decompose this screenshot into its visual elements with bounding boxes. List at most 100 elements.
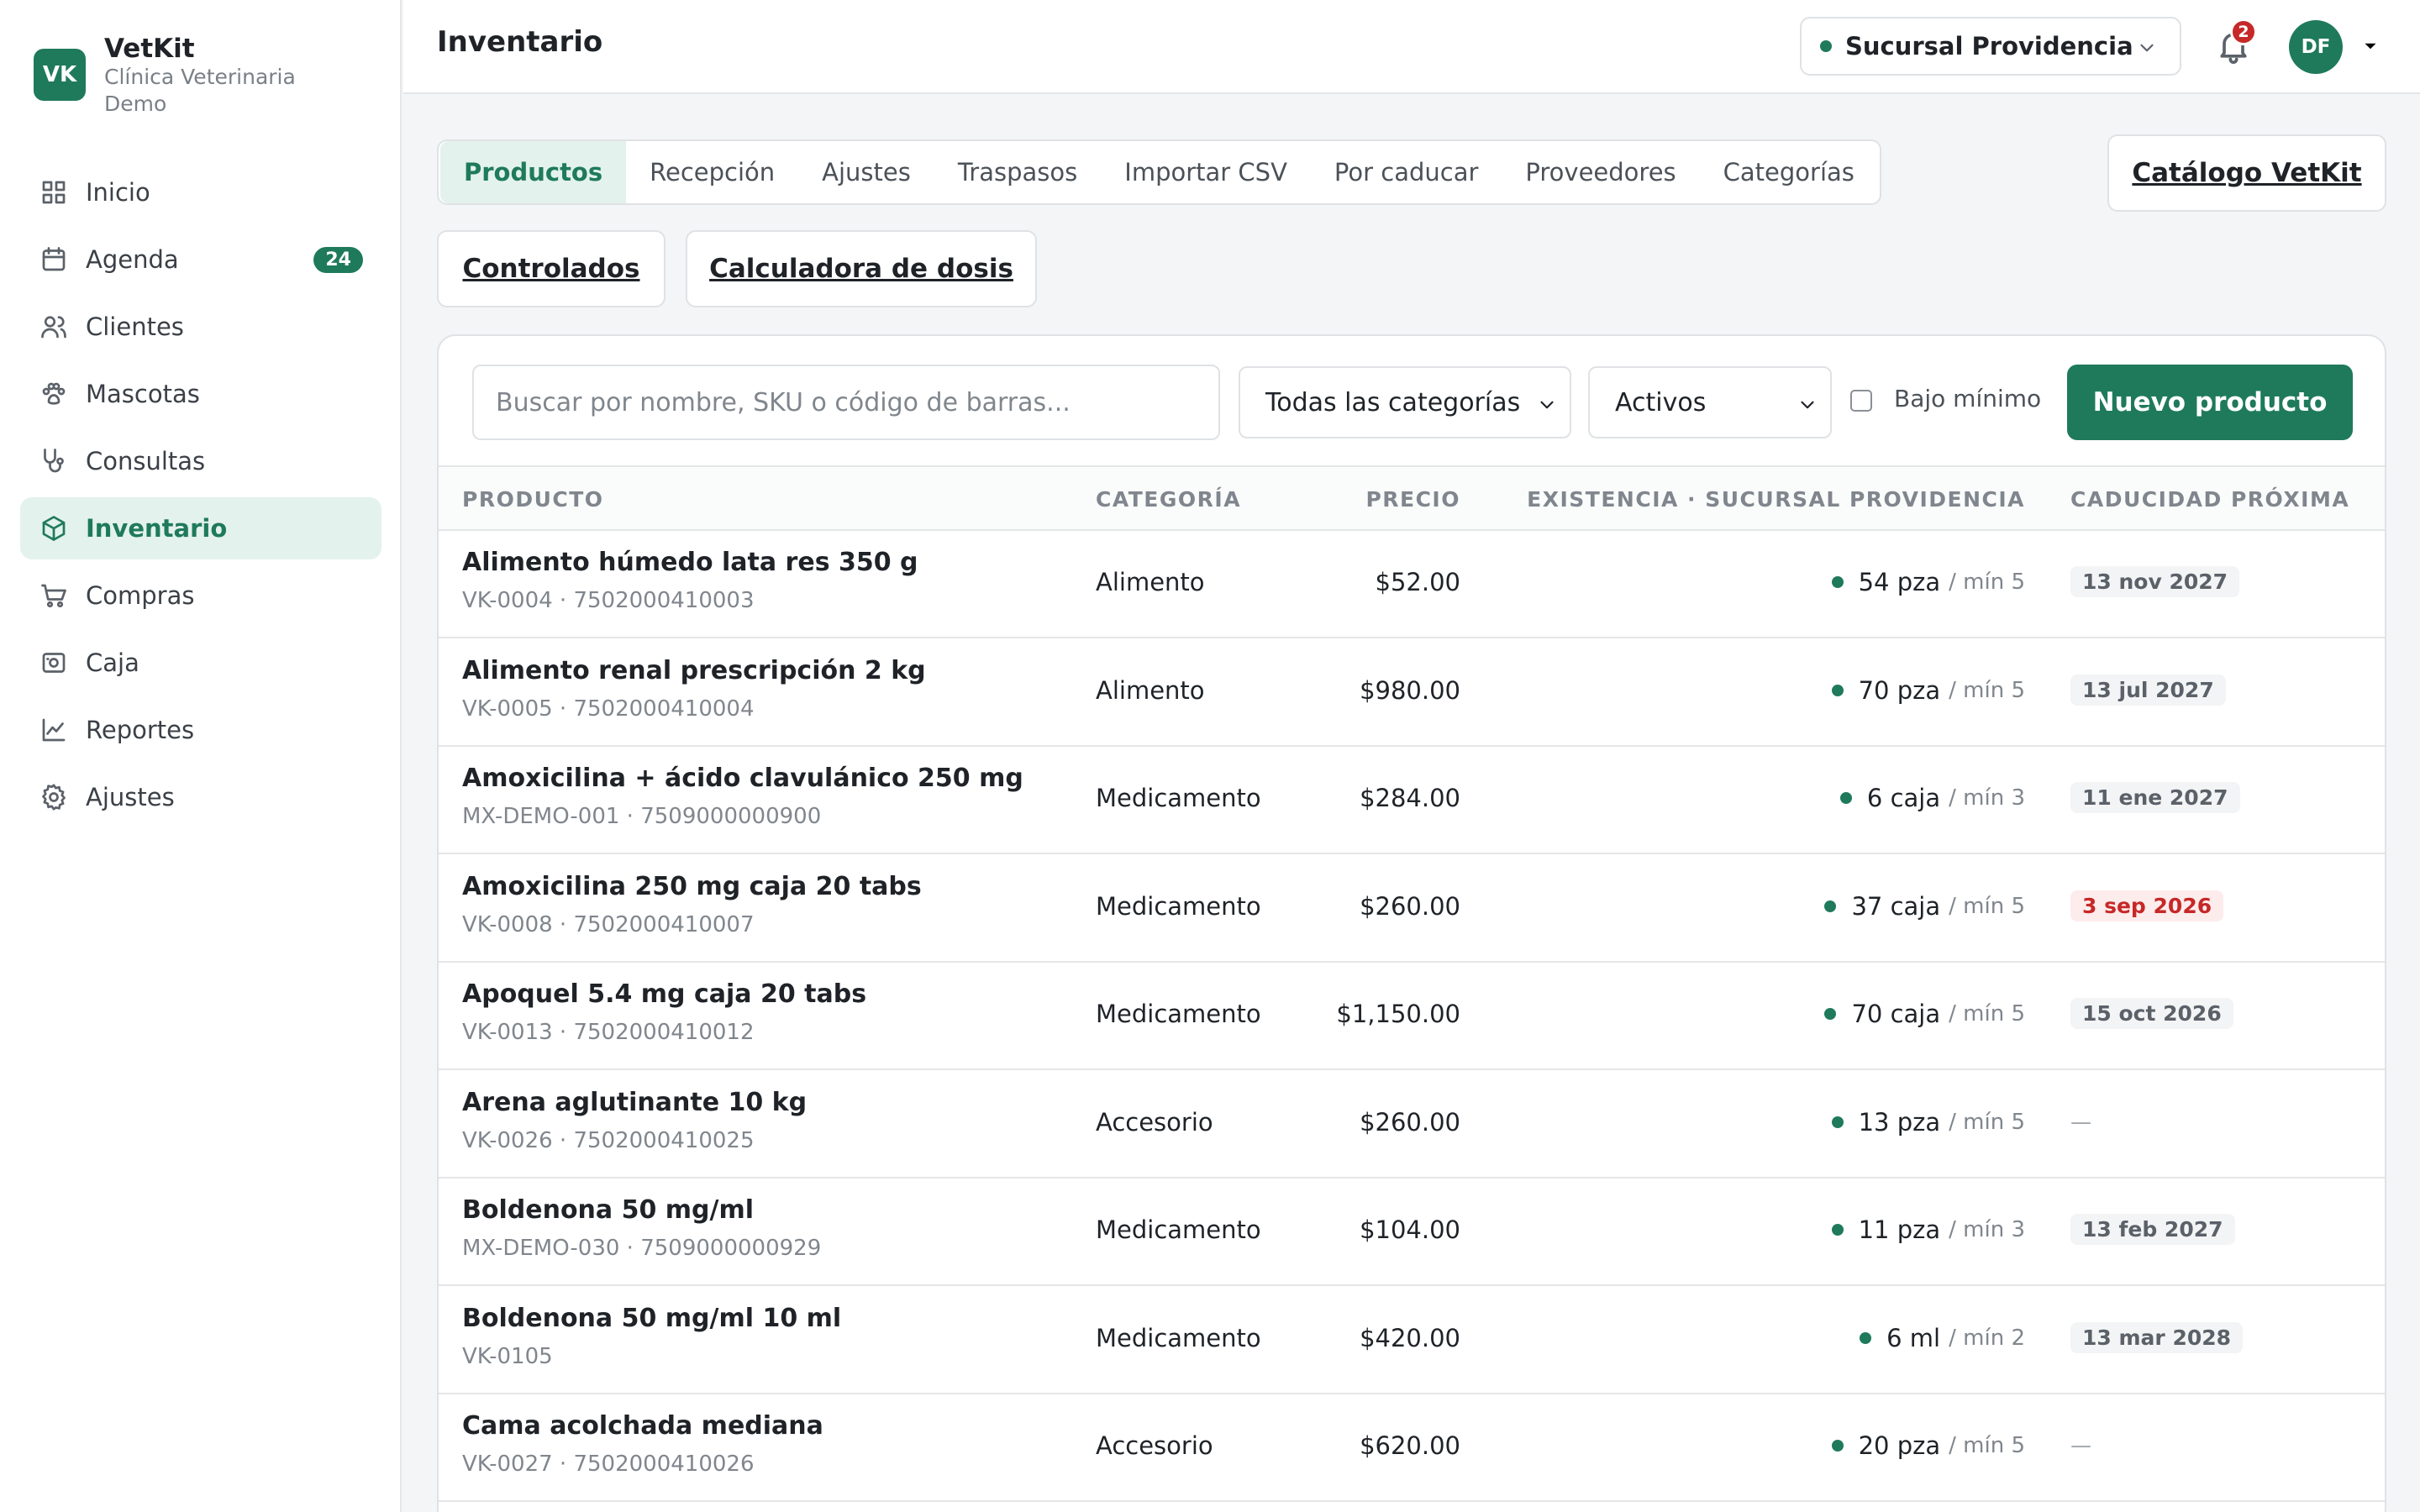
paw-icon — [39, 379, 69, 409]
stock-quantity: 20 pza — [1858, 1431, 1941, 1460]
sidebar-item-caja[interactable]: Caja — [20, 632, 381, 694]
table-row[interactable]: Cama acolchada mediana VK-0027 · 75020004… — [439, 1394, 2385, 1502]
product-name[interactable]: Boldenona 50 mg/ml — [462, 1195, 754, 1225]
notification-badge: 2 — [2230, 18, 2257, 45]
product-stock: 70 pza / mín 5 — [1831, 675, 2025, 705]
product-stock: 6 ml / mín 2 — [1860, 1324, 2025, 1352]
branch-selector[interactable]: Sucursal Providencia — [1800, 17, 2181, 76]
stock-status-dot — [1831, 576, 1844, 588]
product-name[interactable]: Amoxicilina + ácido clavulánico 250 mg — [462, 764, 1023, 793]
column-header-expiry[interactable]: CADUCIDAD PRÓXIMA — [2070, 487, 2349, 512]
product-name[interactable]: Alimento renal prescripción 2 kg — [462, 656, 926, 685]
product-category: Medicamento — [1096, 1323, 1261, 1352]
expiry-badge: 13 mar 2028 — [2070, 1321, 2244, 1353]
product-price: $104.00 — [1360, 1215, 1460, 1244]
brand[interactable]: VK VetKit Clínica Veterinaria Demo — [34, 34, 348, 118]
stock-quantity: 11 pza — [1858, 1215, 1941, 1244]
table-row[interactable]: Boldenona 50 mg/ml MX-DEMO-030 · 75090000… — [439, 1179, 2385, 1286]
agenda-count-badge: 24 — [313, 246, 363, 273]
chart-icon — [39, 715, 69, 745]
product-name[interactable]: Apoquel 5.4 mg caja 20 tabs — [462, 979, 866, 1009]
sidebar-item-consultas[interactable]: Consultas — [20, 430, 381, 492]
sidebar-item-label: Compras — [86, 581, 195, 610]
expiry-badge: 15 oct 2026 — [2070, 998, 2233, 1029]
stock-minimum: / mín 5 — [1949, 677, 2025, 703]
product-sku: VK-0013 · 7502000410012 — [462, 1020, 755, 1045]
page-title: Inventario — [437, 25, 603, 59]
product-price: $260.00 — [1360, 891, 1460, 921]
tab-traspasos[interactable]: Traspasos — [934, 141, 1101, 203]
column-header-category[interactable]: CATEGORÍA — [1096, 487, 1241, 512]
tab-ajustes[interactable]: Ajustes — [798, 141, 934, 203]
controlled-link-button[interactable]: Controlados — [437, 230, 666, 307]
expiry-badge: 3 sep 2026 — [2070, 890, 2224, 921]
stock-quantity: 70 pza — [1858, 675, 1941, 705]
gear-icon — [39, 782, 69, 812]
table-row[interactable]: Amoxicilina 250 mg caja 20 tabs VK-0008 ·… — [439, 855, 2385, 963]
inventory-tabs: Productos Recepción Ajustes Traspasos Im… — [437, 139, 1881, 205]
sidebar-item-mascotas[interactable]: Mascotas — [20, 363, 381, 425]
category-select[interactable]: Todas las categorías — [1239, 366, 1571, 438]
product-name[interactable]: Amoxicilina 250 mg caja 20 tabs — [462, 872, 922, 901]
table-row[interactable]: Alimento renal prescripción 2 kg VK-0005 … — [439, 639, 2385, 747]
avatar[interactable]: DF — [2289, 20, 2343, 74]
product-category: Medicamento — [1096, 1215, 1261, 1244]
column-header-product[interactable]: PRODUCTO — [462, 487, 604, 512]
sidebar-item-reportes[interactable]: Reportes — [20, 699, 381, 761]
tab-proveedores[interactable]: Proveedores — [1502, 141, 1699, 203]
catalog-link-button[interactable]: Catálogo VetKit — [2107, 134, 2386, 212]
stock-quantity: 54 pza — [1858, 568, 1941, 596]
chevron-down-icon[interactable] — [2360, 35, 2381, 57]
sidebar-item-agenda[interactable]: Agenda 24 — [20, 228, 381, 291]
product-category: Alimento — [1096, 568, 1205, 596]
product-name[interactable]: Cama acolchada mediana — [462, 1411, 823, 1441]
table-row[interactable]: Apoquel 5.4 mg caja 20 tabs VK-0013 · 750… — [439, 963, 2385, 1070]
stock-status-dot — [1831, 1116, 1844, 1128]
product-sku: MX-DEMO-030 · 7509000000929 — [462, 1236, 822, 1261]
product-price: $1,150.00 — [1336, 1000, 1460, 1028]
product-stock: 70 caja / mín 5 — [1824, 1000, 2025, 1028]
table-row[interactable]: Amoxicilina + ácido clavulánico 250 mg MX… — [439, 747, 2385, 854]
product-name[interactable]: Alimento húmedo lata res 350 g — [462, 548, 918, 577]
new-product-button[interactable]: Nuevo producto — [2067, 365, 2353, 440]
status-select[interactable]: Activos — [1588, 366, 1832, 438]
chevron-down-icon — [2136, 37, 2158, 59]
expiry-badge: — — [2070, 1109, 2091, 1134]
below-min-label[interactable]: Bajo mínimo — [1894, 385, 2041, 412]
brand-logo: VK — [34, 49, 86, 101]
sidebar-item-inicio[interactable]: Inicio — [20, 161, 381, 223]
chevron-down-icon — [1536, 393, 1558, 415]
table-row[interactable]: Boldenona 50 mg/ml 10 ml VK-0105 Medicamen… — [439, 1287, 2385, 1394]
product-sku: VK-0004 · 7502000410003 — [462, 588, 755, 613]
expiry-badge: 13 nov 2027 — [2070, 566, 2240, 597]
grid-icon — [39, 177, 69, 207]
product-name[interactable]: Arena aglutinante 10 kg — [462, 1088, 807, 1117]
tab-recepcion[interactable]: Recepción — [626, 141, 798, 203]
sidebar-item-label: Inventario — [86, 514, 228, 543]
product-price: $52.00 — [1375, 568, 1460, 596]
expiry-badge: 13 jul 2027 — [2070, 674, 2226, 706]
table-row[interactable]: Alimento húmedo lata res 350 g VK-0004 · … — [439, 531, 2385, 638]
sidebar-item-clientes[interactable]: Clientes — [20, 296, 381, 358]
below-min-checkbox[interactable] — [1850, 390, 1872, 412]
product-sku: MX-DEMO-001 · 7509000000900 — [462, 804, 822, 829]
tab-productos[interactable]: Productos — [440, 141, 627, 203]
tab-categorias[interactable]: Categorías — [1700, 141, 1878, 203]
tab-por-caducar[interactable]: Por caducar — [1311, 141, 1502, 203]
sidebar-item-ajustes[interactable]: Ajustes — [20, 766, 381, 828]
expiry-badge: — — [2070, 1433, 2091, 1457]
dose-calculator-link-button[interactable]: Calculadora de dosis — [686, 230, 1037, 307]
column-header-price[interactable]: PRECIO — [1365, 487, 1460, 512]
product-name[interactable]: Boldenona 50 mg/ml 10 ml — [462, 1304, 841, 1333]
column-header-stock[interactable]: EXISTENCIA · SUCURSAL PROVIDENCIA — [1527, 487, 2025, 512]
search-input[interactable] — [472, 365, 1220, 440]
sidebar-item-inventario[interactable]: Inventario — [20, 497, 381, 559]
stock-minimum: / mín 3 — [1949, 1217, 2025, 1242]
branch-status-dot — [1820, 40, 1832, 52]
table-row[interactable]: Arena aglutinante 10 kg VK-0026 · 7502000… — [439, 1071, 2385, 1179]
top-header: Inventario Sucursal Providencia 2 DF — [403, 0, 2420, 94]
expiry-badge: 13 feb 2027 — [2070, 1214, 2235, 1245]
category-select-value: Todas las categorías — [1265, 387, 1521, 417]
sidebar-item-compras[interactable]: Compras — [20, 564, 381, 627]
tab-importar-csv[interactable]: Importar CSV — [1101, 141, 1311, 203]
